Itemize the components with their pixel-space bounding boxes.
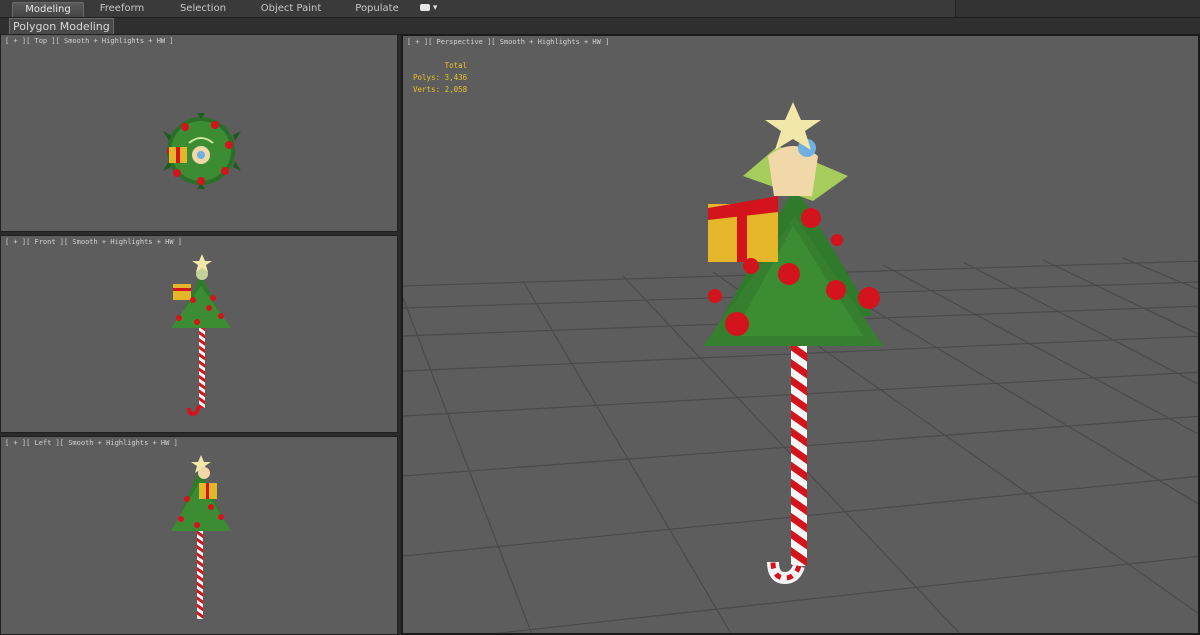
tab-populate[interactable]: Populate [348, 2, 406, 16]
viewport-top[interactable]: [ + ][ Top ][ Smooth + Highlights + HW ] [0, 34, 398, 232]
perspective-scene [403, 102, 1198, 633]
ribbon-right-strip [955, 0, 1200, 17]
ribbon-options-icon [420, 4, 430, 11]
tab-object-paint[interactable]: Object Paint [254, 2, 328, 16]
candy-tree-left-view [171, 455, 231, 619]
tab-modeling[interactable]: Modeling [12, 2, 84, 17]
ribbon-tab-bar: Modeling Freeform Selection Object Paint… [0, 0, 1200, 18]
viewport-left[interactable]: [ + ][ Left ][ Smooth + Highlights + HW … [0, 436, 398, 635]
tab-freeform[interactable]: Freeform [92, 2, 152, 16]
viewport-front[interactable]: [ + ][ Front ][ Smooth + Highlights + HW… [0, 235, 398, 433]
viewport-perspective[interactable]: [ + ][ Perspective ][ Smooth + Highlight… [401, 34, 1200, 635]
candy-tree-perspective [703, 102, 883, 585]
wreath-top-view [163, 113, 241, 189]
candy-tree-front-view [171, 254, 231, 417]
ribbon-options-dropdown[interactable]: ▾ [420, 3, 442, 15]
ribbon-panel: Polygon Modeling [0, 18, 1200, 35]
polygon-modeling-panel-button[interactable]: Polygon Modeling [9, 18, 114, 35]
tab-selection[interactable]: Selection [172, 2, 234, 16]
